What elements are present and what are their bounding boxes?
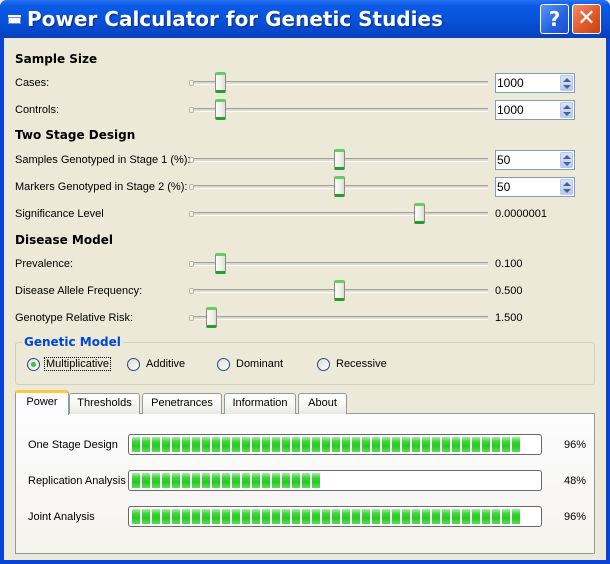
cases-slider[interactable] xyxy=(189,72,488,93)
spin-down-icon[interactable] xyxy=(563,112,571,116)
markers-stage2-input[interactable] xyxy=(497,179,557,195)
title-bar[interactable]: Power Calculator for Genetic Studies ? ✕ xyxy=(0,0,610,38)
replication-progress-bar xyxy=(128,470,542,491)
replication-label: Replication Analysis xyxy=(28,475,126,487)
samples-stage1-spinbox[interactable] xyxy=(495,150,575,170)
replication-percent: 48% xyxy=(564,475,587,487)
close-button[interactable]: ✕ xyxy=(572,4,601,34)
one-stage-progress-bar xyxy=(128,434,542,455)
allele-freq-slider[interactable] xyxy=(189,280,488,301)
joint-label: Joint Analysis xyxy=(28,511,95,523)
radio-unchecked-icon[interactable] xyxy=(317,358,330,371)
samples-stage1-slider[interactable] xyxy=(189,149,488,170)
prevalence-label: Prevalence: xyxy=(15,258,74,270)
help-button[interactable]: ? xyxy=(540,4,569,34)
markers-stage2-spinbox[interactable] xyxy=(495,177,575,197)
radio-label[interactable]: Recessive xyxy=(335,358,388,370)
cases-input[interactable] xyxy=(497,75,557,91)
one-stage-percent: 96% xyxy=(564,439,587,451)
markers-stage2-slider[interactable] xyxy=(189,176,488,197)
spin-up-icon[interactable] xyxy=(563,105,571,109)
cases-spin-buttons[interactable] xyxy=(560,75,573,91)
significance-label: Significance Level xyxy=(15,208,104,220)
controls-input[interactable] xyxy=(497,102,557,118)
progress-fill xyxy=(132,437,522,452)
controls-slider[interactable] xyxy=(189,99,488,120)
samples-stage1-input[interactable] xyxy=(497,152,557,168)
markers-stage2-slider-thumb[interactable] xyxy=(334,176,345,197)
tab-penetrances[interactable]: Penetrances xyxy=(142,393,222,414)
window-title: Power Calculator for Genetic Studies xyxy=(27,7,443,31)
client-area: Sample Size Cases: Controls: Two Stage D… xyxy=(4,38,606,560)
joint-progress-bar xyxy=(128,506,542,527)
controls-spin-buttons[interactable] xyxy=(560,102,573,118)
spin-up-icon[interactable] xyxy=(563,182,571,186)
cases-slider-thumb[interactable] xyxy=(214,72,226,93)
relative-risk-value: 1.500 xyxy=(495,312,523,324)
samples-stage1-slider-thumb[interactable] xyxy=(334,149,345,170)
app-window: Power Calculator for Genetic Studies ? ✕… xyxy=(0,0,610,564)
prevalence-slider[interactable] xyxy=(189,253,488,274)
significance-value: 0.0000001 xyxy=(495,208,547,220)
radio-unchecked-icon[interactable] xyxy=(127,358,140,371)
cases-label: Cases: xyxy=(15,77,50,89)
tab-power[interactable]: Power xyxy=(15,390,69,415)
disease-model-heading: Disease Model xyxy=(15,233,113,247)
controls-label: Controls: xyxy=(15,104,60,116)
window-icon xyxy=(8,15,21,24)
significance-slider[interactable] xyxy=(189,203,488,224)
radio-checked-icon[interactable] xyxy=(27,358,40,371)
relative-risk-slider[interactable] xyxy=(189,307,488,328)
power-tab-panel: One Stage Design 96% Replication Analysi… xyxy=(15,413,595,554)
spin-up-icon[interactable] xyxy=(563,78,571,82)
spin-up-icon[interactable] xyxy=(563,155,571,159)
markers-stage2-label: Markers Genotyped in Stage 2 (%): xyxy=(15,181,188,193)
spin-down-icon[interactable] xyxy=(563,189,571,193)
controls-slider-thumb[interactable] xyxy=(214,99,226,120)
radio-unchecked-icon[interactable] xyxy=(217,358,230,371)
radio-label[interactable]: Multiplicative xyxy=(44,357,111,371)
tab-information[interactable]: Information xyxy=(224,393,296,414)
genetic-model-group: Genetic Model Multiplicative Additive Do… xyxy=(15,335,595,385)
one-stage-label: One Stage Design xyxy=(28,439,118,451)
spin-down-icon[interactable] xyxy=(563,162,571,166)
sample-size-heading: Sample Size xyxy=(15,52,98,66)
relative-risk-label: Genotype Relative Risk: xyxy=(15,312,133,324)
progress-fill xyxy=(132,473,322,488)
two-stage-heading: Two Stage Design xyxy=(15,128,136,142)
prevalence-slider-thumb[interactable] xyxy=(214,253,226,274)
radio-label[interactable]: Dominant xyxy=(235,358,284,370)
markers-stage2-spin-buttons[interactable] xyxy=(560,179,573,195)
tab-about[interactable]: About xyxy=(298,393,347,414)
prevalence-value: 0.100 xyxy=(495,258,523,270)
cases-spinbox[interactable] xyxy=(495,73,575,93)
tab-thresholds[interactable]: Thresholds xyxy=(69,393,140,414)
samples-stage1-spin-buttons[interactable] xyxy=(560,152,573,168)
allele-freq-label: Disease Allele Frequency: xyxy=(15,285,143,297)
relative-risk-slider-thumb[interactable] xyxy=(205,307,217,328)
controls-spinbox[interactable] xyxy=(495,100,575,120)
samples-stage1-label: Samples Genotyped in Stage 1 (%): xyxy=(15,154,191,166)
allele-freq-slider-thumb[interactable] xyxy=(334,280,345,301)
radio-label[interactable]: Additive xyxy=(145,358,186,370)
genetic-model-heading: Genetic Model xyxy=(22,335,123,349)
joint-percent: 96% xyxy=(564,511,587,523)
progress-fill xyxy=(132,509,522,524)
significance-slider-thumb[interactable] xyxy=(414,203,426,224)
allele-freq-value: 0.500 xyxy=(495,285,523,297)
spin-down-icon[interactable] xyxy=(563,85,571,89)
